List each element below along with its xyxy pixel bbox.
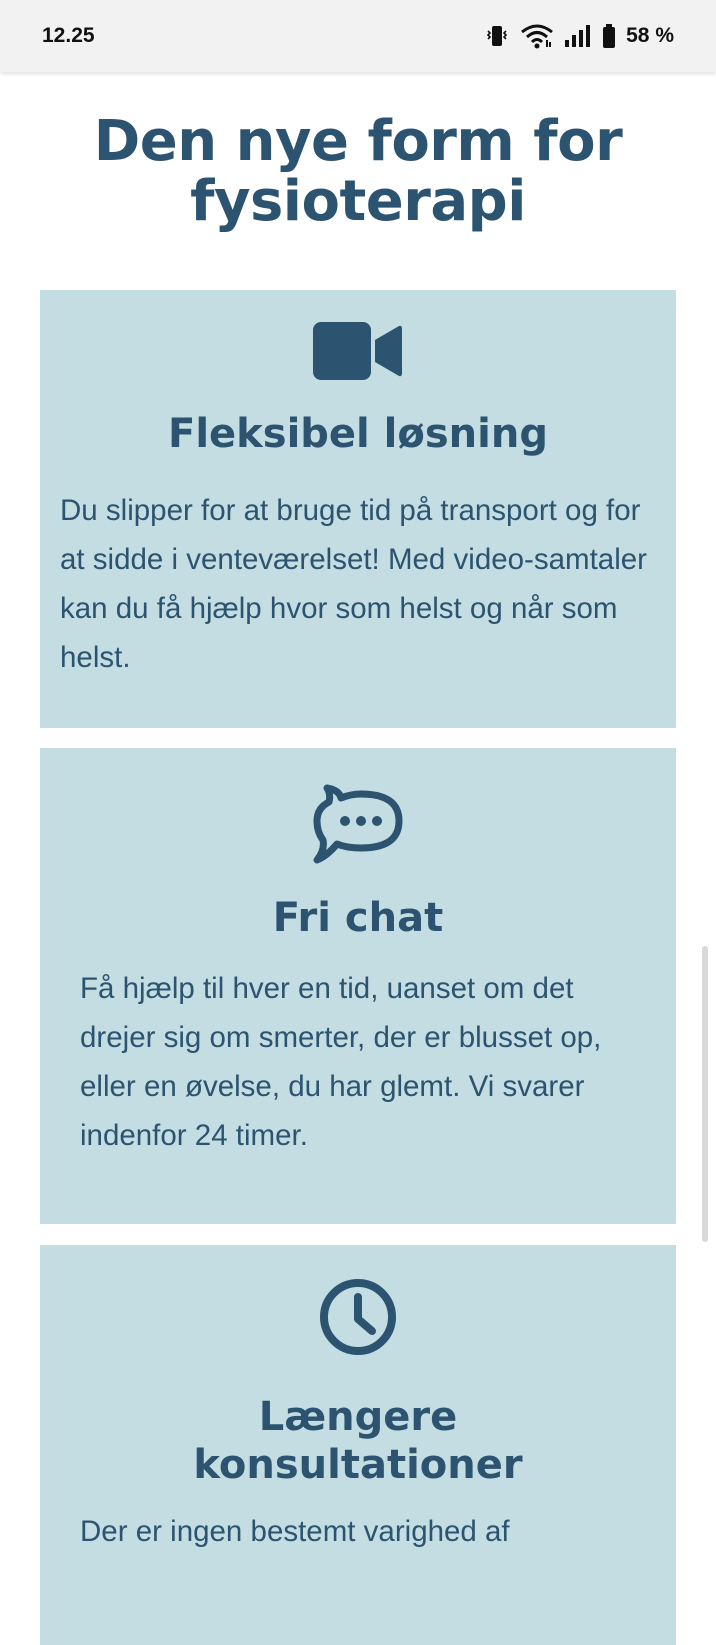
chat-bubble-icon (40, 784, 676, 866)
status-icons: 58 % (484, 23, 674, 49)
feature-card-consultations: Længere konsultationer Der er ingen best… (40, 1245, 676, 1645)
card-text: Der er ingen bestemt varighed af (80, 1515, 510, 1548)
wifi-icon (520, 23, 554, 49)
card-text: Få hjælp til hver en tid, uanset om det … (80, 972, 602, 1152)
clock-icon (40, 1277, 676, 1357)
video-camera-icon (40, 320, 676, 382)
feature-card-chat: Fri chat Få hjælp til hver en tid, uanse… (40, 748, 676, 1224)
signal-icon (564, 23, 592, 49)
status-time: 12.25 (42, 24, 95, 47)
feature-card-flexible: Fleksibel løsning Du slipper for at brug… (40, 290, 676, 728)
page-title: Den nye form for fysioterapi (93, 109, 623, 234)
card-title: Længere konsultationer (193, 1394, 523, 1488)
scrollbar[interactable] (702, 946, 708, 1242)
vibrate-icon (484, 23, 510, 49)
card-title: Fleksibel løsning (168, 411, 548, 457)
card-text: Du slipper for at bruge tid på transport… (60, 494, 647, 674)
battery-icon (602, 23, 616, 49)
battery-percentage: 58 % (626, 24, 674, 47)
status-bar: 12.25 58 % (0, 0, 716, 72)
card-title: Fri chat (272, 895, 444, 941)
